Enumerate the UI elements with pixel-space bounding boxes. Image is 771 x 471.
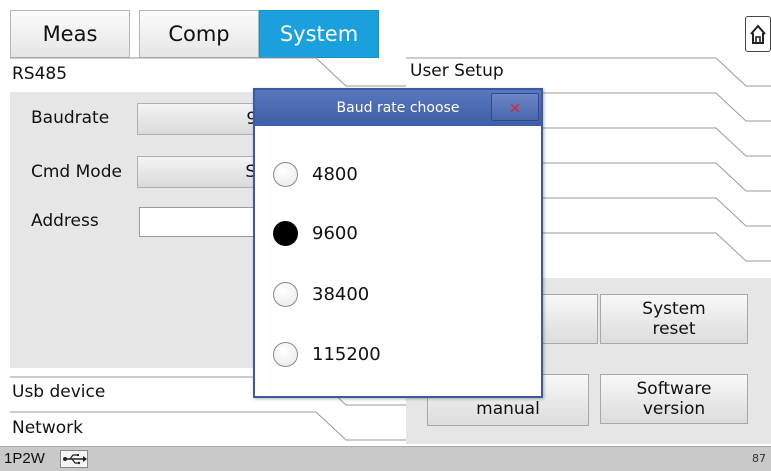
user-setup-header[interactable]: User Setup — [406, 53, 771, 89]
close-icon: × — [508, 97, 522, 117]
manual-label: manual — [476, 399, 540, 419]
baud-option-label: 4800 — [312, 163, 358, 185]
network-item[interactable]: Network — [10, 410, 390, 446]
system-reset-button[interactable]: System reset — [600, 294, 748, 344]
radio-38400[interactable] — [273, 281, 298, 307]
radio-4800[interactable] — [273, 161, 298, 187]
status-right-text: 87 — [752, 452, 766, 465]
software-version-line1: Software — [636, 379, 712, 399]
radio-9600[interactable] — [273, 220, 298, 246]
baud-option-label: 38400 — [312, 283, 370, 305]
software-version-line2: version — [642, 399, 706, 419]
close-button[interactable]: × — [491, 93, 539, 121]
software-version-button[interactable]: Software version — [600, 374, 748, 424]
baud-option-label: 9600 — [312, 222, 358, 244]
system-reset-line2: reset — [652, 319, 696, 339]
status-bar: 1P2W 87 — [0, 446, 771, 471]
system-reset-line1: System — [642, 299, 706, 319]
baud-option-label: 115200 — [312, 343, 381, 365]
baudrate-label: Baudrate — [31, 108, 110, 128]
baud-option-38400[interactable]: 38400 — [273, 276, 369, 312]
rs485-header[interactable]: RS485 — [10, 56, 390, 92]
radio-115200[interactable] — [273, 341, 298, 367]
baud-option-9600[interactable]: 9600 — [273, 215, 358, 251]
baud-rate-dialog: Baud rate choose × 4800 9600 38400 11520… — [253, 88, 543, 398]
cmd-mode-label: Cmd Mode — [31, 162, 122, 182]
baud-option-115200[interactable]: 115200 — [273, 336, 381, 372]
baud-option-4800[interactable]: 4800 — [273, 156, 358, 192]
address-label: Address — [31, 211, 99, 231]
wiring-mode-label: 1P2W — [4, 450, 45, 467]
usb-icon — [60, 450, 88, 468]
